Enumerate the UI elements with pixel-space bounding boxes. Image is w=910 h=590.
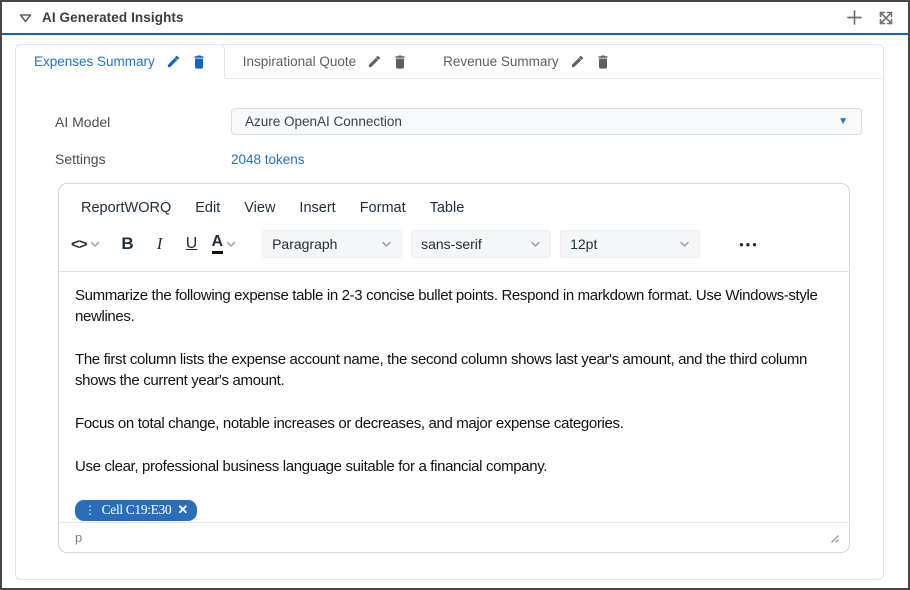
edit-pencil-icon[interactable] — [166, 54, 181, 69]
add-insight-button[interactable] — [842, 6, 866, 30]
ai-model-label: AI Model — [55, 114, 231, 130]
code-icon: <> — [71, 236, 87, 253]
prompt-paragraph: Focus on total change, notable increases… — [75, 413, 833, 434]
delete-trash-icon[interactable] — [393, 54, 407, 69]
more-options-icon[interactable]: ••• — [739, 237, 759, 252]
tab-label: Revenue Summary — [443, 54, 559, 69]
resize-handle-icon[interactable] — [828, 532, 839, 543]
chevron-down-icon — [381, 240, 392, 248]
ai-generated-insights-panel: { "header": { "title": "AI Generated Ins… — [0, 0, 910, 590]
font-size-value: 12pt — [570, 236, 597, 252]
tab-bar: Expenses Summary Inspirational Quote Rev… — [16, 45, 883, 79]
editor-content[interactable]: Summarize the following expense table in… — [59, 271, 849, 522]
ai-model-row: AI Model Azure OpenAI Connection ▼ — [55, 108, 862, 135]
tab-revenue-summary[interactable]: Revenue Summary — [425, 45, 628, 78]
ai-model-select[interactable]: Azure OpenAI Connection ▼ — [231, 108, 862, 135]
paragraph-style-value: Paragraph — [272, 236, 337, 252]
ai-model-value: Azure OpenAI Connection — [245, 114, 402, 129]
tab-expenses-summary[interactable]: Expenses Summary — [15, 44, 225, 79]
bold-button[interactable]: B — [116, 230, 140, 258]
font-size-select[interactable]: 12pt — [560, 230, 700, 258]
settings-label: Settings — [55, 151, 231, 167]
tab-inspirational-quote[interactable]: Inspirational Quote — [225, 45, 425, 78]
edit-pencil-icon[interactable] — [570, 54, 585, 69]
chevron-down-icon — [226, 240, 236, 248]
expand-icon[interactable] — [874, 6, 898, 30]
underline-icon: U — [186, 235, 198, 253]
tokens-link[interactable]: 2048 tokens — [231, 152, 305, 167]
menu-insert[interactable]: Insert — [289, 198, 345, 218]
chevron-down-icon — [90, 240, 100, 248]
rich-text-editor: ReportWORQ Edit View Insert Format Table… — [58, 183, 850, 553]
editor-menubar: ReportWORQ Edit View Insert Format Table — [59, 184, 849, 220]
menu-format[interactable]: Format — [350, 198, 416, 218]
chip-remove-icon[interactable]: ✕ — [177, 502, 188, 518]
insight-card: Expenses Summary Inspirational Quote Rev… — [15, 44, 884, 580]
font-family-value: sans-serif — [421, 236, 482, 252]
prompt-paragraph: The first column lists the expense accou… — [75, 349, 833, 391]
editor-statusbar: p — [59, 522, 849, 552]
edit-pencil-icon[interactable] — [367, 54, 382, 69]
text-color-icon: A — [212, 234, 224, 254]
settings-row: Settings 2048 tokens — [55, 151, 862, 167]
menu-edit[interactable]: Edit — [185, 198, 230, 218]
tab-label: Inspirational Quote — [243, 54, 356, 69]
menu-table[interactable]: Table — [420, 198, 475, 218]
dropdown-caret-icon: ▼ — [838, 117, 848, 127]
italic-button[interactable]: I — [148, 230, 172, 258]
collapse-chevron-icon[interactable] — [18, 11, 33, 25]
panel-title: AI Generated Insights — [42, 10, 184, 25]
font-family-select[interactable]: sans-serif — [411, 230, 551, 258]
prompt-paragraph: Use clear, professional business languag… — [75, 456, 833, 477]
tab-label: Expenses Summary — [34, 54, 155, 69]
source-code-button[interactable]: <> — [71, 230, 100, 258]
chip-label: Cell C19:E30 — [102, 502, 172, 518]
menu-view[interactable]: View — [234, 198, 285, 218]
cell-reference-chip[interactable]: ⋮ Cell C19:E30 ✕ — [75, 500, 197, 521]
panel-header: AI Generated Insights — [2, 2, 908, 35]
menu-reportworq[interactable]: ReportWORQ — [71, 198, 181, 218]
delete-trash-icon[interactable] — [192, 54, 206, 69]
italic-icon: I — [157, 234, 163, 254]
element-path[interactable]: p — [75, 530, 82, 545]
prompt-paragraph: Summarize the following expense table in… — [75, 285, 833, 327]
text-color-button[interactable]: A — [212, 230, 237, 258]
chevron-down-icon — [530, 240, 541, 248]
editor-toolbar: <> B I U A Paragraph — [59, 220, 849, 271]
underline-button[interactable]: U — [180, 230, 204, 258]
drag-handle-icon[interactable]: ⋮ — [84, 503, 96, 517]
paragraph-style-select[interactable]: Paragraph — [262, 230, 402, 258]
delete-trash-icon[interactable] — [596, 54, 610, 69]
chevron-down-icon — [679, 240, 690, 248]
bold-icon: B — [121, 234, 133, 254]
